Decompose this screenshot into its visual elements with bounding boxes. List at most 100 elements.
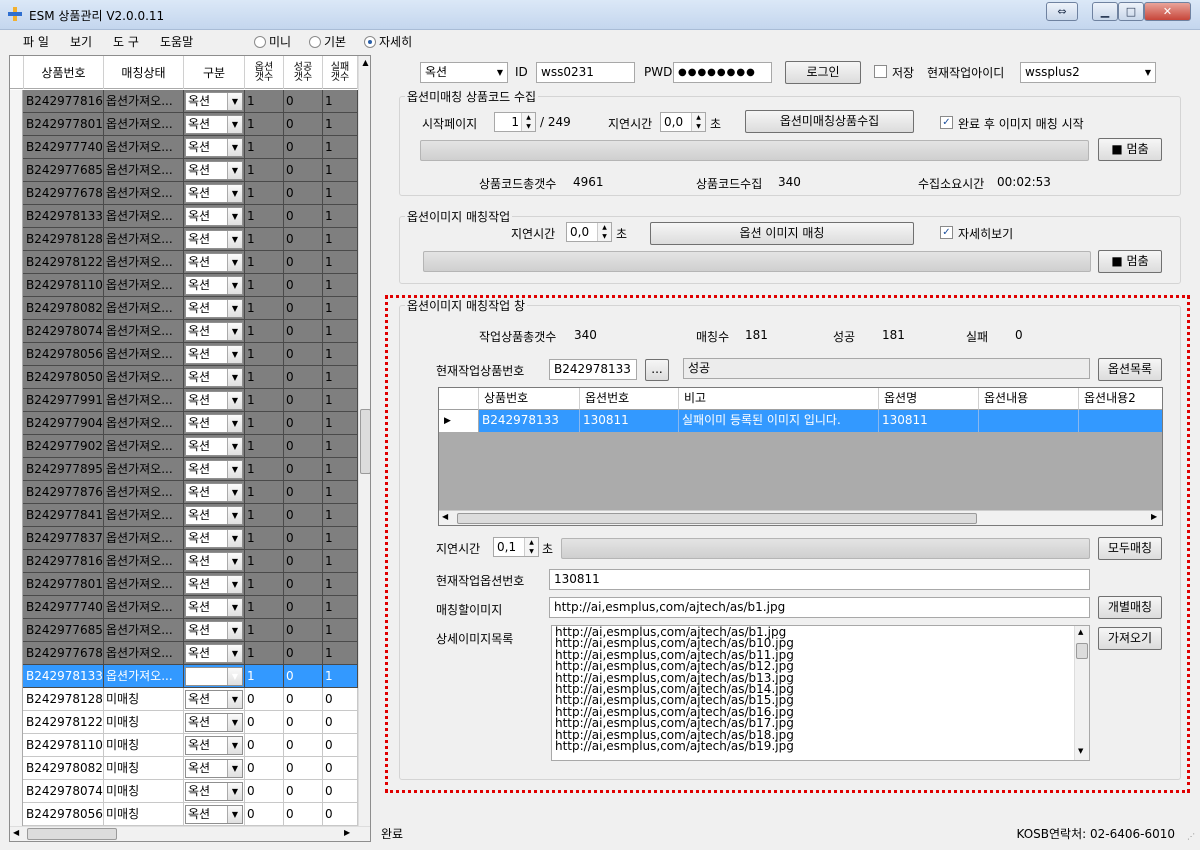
table-row[interactable]: B242977678 옵션가져오... 1 0 1 옥션 ▼: [10, 642, 358, 665]
cell-option-count[interactable]: 1: [245, 596, 284, 618]
type-select[interactable]: 옥션 ▼: [185, 115, 243, 134]
cell-match-status[interactable]: 옵션가져오...: [104, 412, 184, 434]
table-row[interactable]: B242977902 옵션가져오... 1 0 1 옥션 ▼: [10, 435, 358, 458]
cell-match-status[interactable]: 옵션가져오...: [104, 504, 184, 526]
cell-option-count[interactable]: 1: [245, 435, 284, 457]
cell-product-no[interactable]: B242978128: [24, 688, 104, 710]
grid-vertical-scrollbar[interactable]: ▲: [358, 56, 370, 826]
cell-fail-count[interactable]: 1: [323, 251, 358, 273]
row-header[interactable]: [10, 228, 23, 251]
table-row[interactable]: B242978056 미매칭 0 0 0 옥션 ▼: [10, 803, 358, 826]
row-header[interactable]: [10, 343, 23, 366]
type-select[interactable]: 옥션 ▼: [185, 690, 243, 709]
table-row[interactable]: B242977801 옵션가져오... 1 0 1 옥션 ▼: [10, 573, 358, 596]
cell-option-count[interactable]: 0: [245, 780, 284, 802]
type-select[interactable]: 옥션 ▼: [185, 713, 243, 732]
chevron-down-icon[interactable]: ▼: [227, 668, 242, 685]
cell-option-count[interactable]: 0: [245, 711, 284, 733]
type-select[interactable]: 옥션 ▼: [185, 253, 243, 272]
row-header[interactable]: [10, 159, 23, 182]
table-row[interactable]: B242977678 옵션가져오... 1 0 1 옥션 ▼: [10, 182, 358, 205]
row-header[interactable]: [10, 366, 23, 389]
cell-success-count[interactable]: 0: [284, 780, 323, 802]
row-header[interactable]: [10, 182, 23, 205]
cell-product-no[interactable]: B242977841: [24, 504, 104, 526]
current-id-select[interactable]: wssplus2 ▼: [1020, 62, 1156, 83]
row-header[interactable]: [10, 297, 23, 320]
cell-match-status[interactable]: 옵션가져오...: [104, 251, 184, 273]
cell-product-no[interactable]: B242978110: [24, 734, 104, 756]
menu-tools[interactable]: 도 구: [113, 33, 139, 50]
collect-stop-button[interactable]: ■ 멈춤: [1098, 138, 1162, 161]
close-button[interactable]: ✕: [1144, 2, 1191, 21]
cell-option-count[interactable]: 1: [245, 619, 284, 641]
chevron-down-icon[interactable]: ▼: [227, 645, 242, 662]
cell-fail-count[interactable]: 1: [323, 435, 358, 457]
chevron-down-icon[interactable]: ▼: [227, 622, 242, 639]
cell-option-count[interactable]: 0: [245, 757, 284, 779]
save-checkbox[interactable]: [874, 65, 887, 78]
cell-option-count[interactable]: 1: [245, 366, 284, 388]
cell-match-status[interactable]: 옵션가져오...: [104, 205, 184, 227]
chevron-down-icon[interactable]: ▼: [227, 185, 242, 202]
cell-success-count[interactable]: 0: [284, 642, 323, 664]
cell-fail-count[interactable]: 1: [323, 458, 358, 480]
resize-grip-icon[interactable]: ⋰: [1187, 832, 1195, 841]
chevron-down-icon[interactable]: ▼: [227, 714, 242, 731]
cell-success-count[interactable]: 0: [284, 320, 323, 342]
chevron-down-icon[interactable]: ▼: [227, 208, 242, 225]
cell-match-status[interactable]: 옵션가져오...: [104, 343, 184, 365]
chevron-down-icon[interactable]: ▼: [227, 599, 242, 616]
type-select[interactable]: 옥션 ▼: [185, 552, 243, 571]
cell-match-status[interactable]: 옵션가져오...: [104, 619, 184, 641]
chevron-down-icon[interactable]: ▼: [227, 507, 242, 524]
cell-option-count[interactable]: 0: [245, 734, 284, 756]
cell-match-status[interactable]: 옵션가져오...: [104, 389, 184, 411]
option-image-match-button[interactable]: 옵션 이미지 매칭: [650, 222, 914, 245]
cell-option-count[interactable]: 1: [245, 573, 284, 595]
cell-success-count[interactable]: 0: [284, 435, 323, 457]
cell-success-count[interactable]: 0: [284, 573, 323, 595]
cell-product-no[interactable]: B242977801: [24, 113, 104, 135]
cell-success-count[interactable]: 0: [284, 734, 323, 756]
cell-success-count[interactable]: 0: [284, 550, 323, 572]
cell-fail-count[interactable]: 1: [323, 205, 358, 227]
type-select[interactable]: 옥션 ▼: [185, 621, 243, 640]
cell-product-no[interactable]: B242977740: [24, 136, 104, 158]
table-row[interactable]: B242978128 미매칭 0 0 0 옥션 ▼: [10, 688, 358, 711]
chevron-down-icon[interactable]: ▼: [227, 254, 242, 271]
type-select[interactable]: 옥션 ▼: [185, 391, 243, 410]
table-row[interactable]: B242978074 옵션가져오... 1 0 1 옥션 ▼: [10, 320, 358, 343]
cell-option-count[interactable]: 1: [245, 343, 284, 365]
type-select[interactable]: 옥션 ▼: [185, 184, 243, 203]
type-select[interactable]: 옥션 ▼: [185, 782, 243, 801]
col-header-success-count[interactable]: 성공 갯수: [284, 56, 323, 89]
cell-fail-count[interactable]: 1: [323, 481, 358, 503]
cell-success-count[interactable]: 0: [284, 504, 323, 526]
view-detail-radio[interactable]: 자세히: [364, 33, 412, 50]
login-button[interactable]: 로그인: [785, 61, 861, 84]
type-select[interactable]: 옥션 ▼: [185, 598, 243, 617]
cell-fail-count[interactable]: 1: [323, 642, 358, 664]
cell-success-count[interactable]: 0: [284, 458, 323, 480]
cell-product-no[interactable]: B242978074: [24, 780, 104, 802]
cell-success-count[interactable]: 0: [284, 274, 323, 296]
cell-success-count[interactable]: 0: [284, 228, 323, 250]
table-row[interactable]: B242978133 옵션가져오... 1 0 1 옥션 ▼: [10, 205, 358, 228]
row-header[interactable]: [10, 573, 23, 596]
collect-unmatched-button[interactable]: 옵션미매칭상품수집: [745, 110, 914, 133]
cell-product-no[interactable]: B242978050: [24, 366, 104, 388]
grid-hscroll-thumb[interactable]: [27, 828, 117, 840]
cell-match-status[interactable]: 옵션가져오...: [104, 550, 184, 572]
cell-fail-count[interactable]: 1: [323, 596, 358, 618]
col-header-match-status[interactable]: 매칭상태: [104, 56, 184, 89]
cell-fail-count[interactable]: 1: [323, 182, 358, 204]
cell-product-no[interactable]: B242977876: [24, 481, 104, 503]
cell-option-count[interactable]: 1: [245, 550, 284, 572]
table-row[interactable]: B242977801 옵션가져오... 1 0 1 옥션 ▼: [10, 113, 358, 136]
chevron-down-icon[interactable]: ▼: [227, 323, 242, 340]
table-row[interactable]: B242978074 미매칭 0 0 0 옥션 ▼: [10, 780, 358, 803]
chevron-down-icon[interactable]: ▼: [227, 116, 242, 133]
cell-fail-count[interactable]: 1: [323, 136, 358, 158]
type-select[interactable]: 옥션 ▼: [185, 529, 243, 548]
